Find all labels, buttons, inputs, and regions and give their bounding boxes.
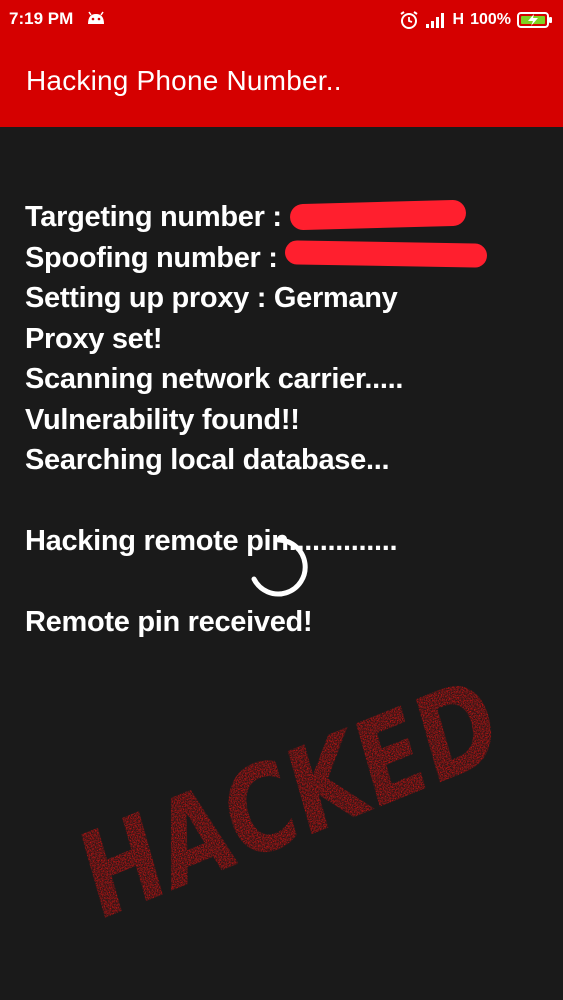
- log-line-scanning: Scanning network carrier.....: [25, 363, 404, 395]
- redacted-spoof-number: [284, 240, 488, 268]
- alarm-icon: [399, 11, 418, 29]
- redacted-target-number: [289, 199, 467, 231]
- battery-charging-icon: [517, 12, 552, 28]
- page-title: Hacking Phone Number..: [26, 65, 342, 96]
- signal-icon: [425, 13, 444, 28]
- log-line-pin-received: Remote pin received!: [25, 606, 313, 638]
- log-line-proxy-setup: Setting up proxy : Germany: [25, 282, 398, 314]
- status-right-group: H 100%: [399, 8, 553, 32]
- status-bar: 7:19 PM H 100%: [0, 0, 563, 40]
- android-notification-icon: [88, 11, 104, 24]
- log-line-proxy-set: Proxy set!: [25, 322, 163, 355]
- log-line-database: Searching local database...: [25, 444, 390, 476]
- status-time: 7:19 PM: [9, 9, 74, 28]
- battery-percent: 100%: [470, 11, 511, 28]
- network-type: H: [452, 11, 465, 28]
- log-line-vulnerability: Vulnerability found!!: [25, 403, 300, 436]
- log-line-blank: [25, 481, 403, 522]
- hacked-stamp-text: HACKED: [67, 660, 513, 920]
- log-line-hacking-pin: Hacking remote pin..............: [25, 525, 398, 557]
- log-line-blank: [25, 562, 403, 603]
- loading-spinner-icon: [251, 537, 308, 597]
- hacked-stamp: HACKED: [67, 660, 513, 920]
- app-bar: Hacking Phone Number..: [0, 40, 563, 127]
